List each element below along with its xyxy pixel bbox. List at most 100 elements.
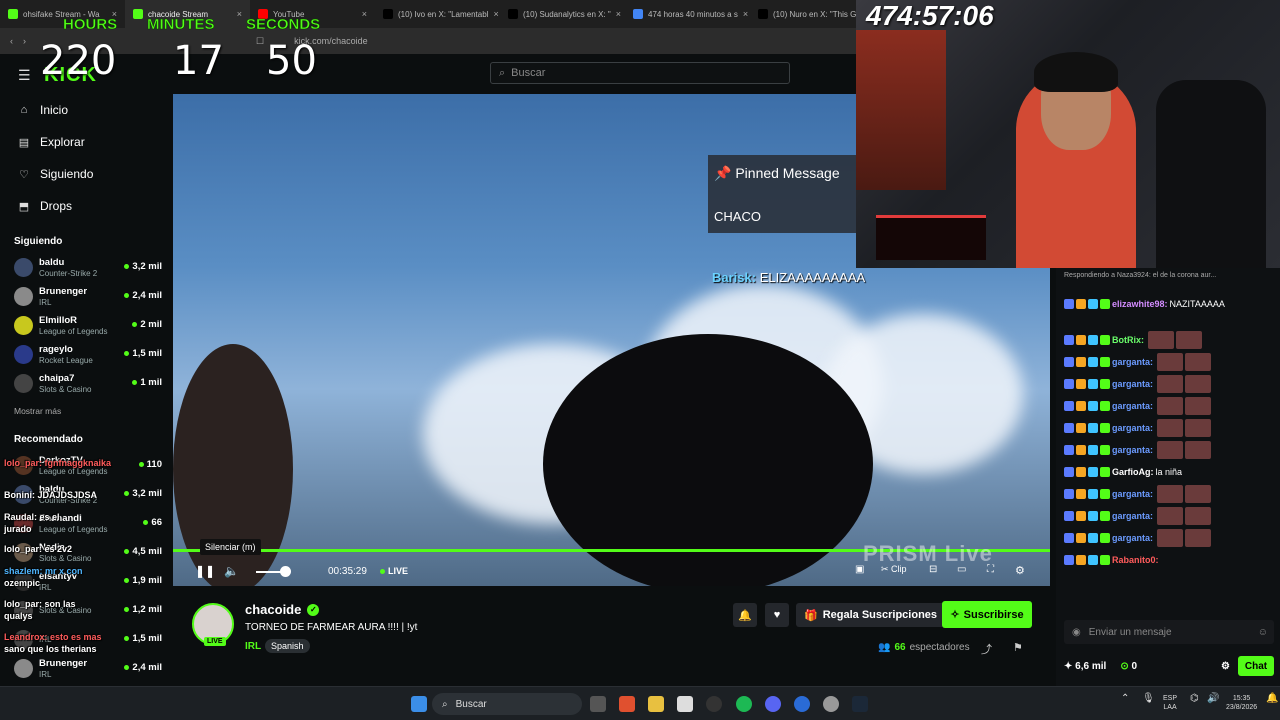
chat-message[interactable]: garganta: — [1056, 527, 1280, 549]
tab-close-icon[interactable]: × — [493, 9, 498, 19]
chat-settings-icon[interactable]: ⚙ — [1221, 661, 1230, 672]
stream-category[interactable]: IRL — [245, 641, 261, 652]
chat-message[interactable]: garganta: — [1056, 483, 1280, 505]
volume-icon[interactable]: 🔈 — [224, 564, 239, 578]
chat-badge-icon — [1076, 423, 1086, 433]
capcut-icon[interactable] — [677, 696, 693, 712]
notifications-icon[interactable]: 🔔 — [1266, 694, 1278, 704]
spotify-icon[interactable] — [736, 696, 752, 712]
report-icon[interactable]: ⚑ — [1013, 641, 1023, 654]
chat-message[interactable]: GarfioAg: la niña — [1056, 461, 1280, 483]
chat-message[interactable]: Rabanito0: — [1056, 549, 1280, 571]
subscribe-button[interactable]: ✧ Suscribirse — [942, 601, 1032, 628]
show-more-link[interactable]: Mostrar más — [0, 406, 172, 416]
overlay-chat-message: Barisk: ELIZAAAAAAAAA — [712, 270, 865, 285]
chat-username[interactable]: garganta: — [1112, 423, 1153, 433]
chat-message[interactable]: garganta: — [1056, 373, 1280, 395]
chat-message-input[interactable]: ◉ Enviar un mensaje ☺ — [1064, 620, 1274, 644]
chat-emote — [1157, 529, 1184, 547]
chat-username[interactable]: garganta: — [1112, 379, 1153, 389]
chat-message[interactable]: elizawhite98: NAZITAAAAA — [1056, 279, 1280, 329]
follow-heart-button[interactable]: ♥ — [765, 603, 789, 627]
chat-username[interactable]: garganta: — [1112, 533, 1153, 543]
chat-username[interactable]: Rabanito0: — [1112, 555, 1159, 565]
sidebar-channel[interactable]: Brunenger IRL 2,4 mil — [0, 654, 172, 683]
home-icon: ⌂ — [20, 104, 28, 116]
chat-emote — [1185, 529, 1212, 547]
kicks-icon: ⊙ — [1120, 660, 1129, 672]
windows-start-icon[interactable] — [411, 696, 427, 712]
task-view-icon[interactable] — [590, 696, 606, 712]
volume-slider-knob[interactable] — [280, 566, 291, 577]
brave-browser-icon[interactable] — [619, 696, 635, 712]
chat-message[interactable]: garganta: — [1056, 439, 1280, 461]
channel-viewers: 1,9 mil — [124, 575, 162, 586]
speaker-icon[interactable]: 🔊 — [1207, 694, 1219, 704]
browser-tab[interactable]: (10) Ivo en X: "Lamentabl × — [375, 0, 500, 28]
channel-info: Brunenger IRL — [39, 658, 87, 680]
channel-name[interactable]: chacoide — [245, 602, 301, 617]
chat-username[interactable]: GarfioAg: — [1112, 467, 1154, 477]
sidebar-channel[interactable]: chaipa7 Slots & Casino 1 mil — [0, 369, 172, 398]
pause-icon[interactable]: ❚❚ — [195, 564, 215, 578]
tab-close-icon[interactable]: × — [743, 9, 748, 19]
sidebar-channel[interactable]: baldu Counter-Strike 2 3,2 mil — [0, 253, 172, 282]
overlay-chat-line: lolo_par: es 2v2 — [4, 544, 73, 554]
chat-message[interactable]: garganta: — [1056, 395, 1280, 417]
share-icon[interactable]: ⤴ — [981, 641, 992, 657]
steam-icon[interactable] — [852, 696, 868, 712]
sidebar-channel[interactable]: ElmilloR League of Legends 2 mil — [0, 311, 172, 340]
stream-language-tag[interactable]: Spanish — [265, 639, 310, 653]
recommended-title: Recomendado — [14, 434, 83, 445]
tab-close-icon[interactable]: × — [362, 9, 367, 19]
discord-icon[interactable] — [765, 696, 781, 712]
clock-date: 23/8/2026 — [1226, 704, 1258, 711]
browser-tab[interactable]: (10) Sudanalytics en X: " × — [500, 0, 625, 28]
chat-message[interactable]: garganta: — [1056, 417, 1280, 439]
nav-item-siguiendo[interactable]: ♡ Siguiendo — [0, 158, 172, 190]
fullscreen-icon[interactable]: ⛶ — [987, 564, 994, 575]
skull-app-icon[interactable] — [823, 696, 839, 712]
chat-username[interactable]: garganta: — [1112, 357, 1153, 367]
kicks-count[interactable]: 0 — [1131, 661, 1137, 672]
nav-item-explorar[interactable]: ▤ Explorar — [0, 126, 172, 158]
subtitles-icon[interactable]: ▭ — [957, 564, 966, 575]
microphone-icon[interactable]: 🎙 — [1142, 694, 1155, 704]
tab-close-icon[interactable]: × — [616, 9, 621, 19]
gift-subs-button[interactable]: 🎁 Regala Suscripciones — [796, 603, 946, 627]
chat-rules-icon[interactable]: ◉ — [1072, 627, 1081, 638]
search-input[interactable]: ⌕ Buscar — [490, 62, 790, 84]
chat-username[interactable]: garganta: — [1112, 511, 1153, 521]
tray-chevron-icon[interactable]: ⌃ — [1121, 694, 1129, 704]
clock[interactable]: 15:35 23/8/2026 — [1226, 694, 1257, 712]
chat-message[interactable]: garganta: — [1056, 505, 1280, 527]
notifications-bell-button[interactable]: 🔔 — [733, 603, 757, 627]
settings-gear-icon[interactable]: ⚙ — [1015, 564, 1025, 577]
chat-username[interactable]: garganta: — [1112, 489, 1153, 499]
chat-username[interactable]: elizawhite98: — [1112, 299, 1168, 309]
nav-item-drops[interactable]: ⬒ Drops — [0, 190, 172, 222]
network-icon[interactable]: ⌬ — [1190, 694, 1199, 704]
channel-points[interactable]: 6,6 mil — [1075, 661, 1106, 672]
browse-icon: ▤ — [18, 136, 30, 149]
chat-username[interactable]: garganta: — [1112, 401, 1153, 411]
emote-picker-icon[interactable]: ☺ — [1258, 627, 1268, 638]
file-explorer-icon[interactable] — [648, 696, 664, 712]
edge-icon[interactable] — [794, 696, 810, 712]
chat-username[interactable]: garganta: — [1112, 445, 1153, 455]
chat-message[interactable]: garganta: — [1056, 351, 1280, 373]
language-indicator[interactable]: ESP LAA — [1163, 694, 1177, 712]
pip-icon[interactable]: ⊟ — [929, 564, 937, 575]
taskbar-search[interactable]: ⌕ Buscar — [432, 693, 582, 715]
sidebar-channel[interactable]: rageylo Rocket League 1,5 mil — [0, 340, 172, 369]
theater-mode-icon[interactable]: ▣ — [855, 564, 864, 575]
chat-badge-icon — [1076, 489, 1086, 499]
sidebar-channel[interactable]: Brunenger IRL 2,4 mil — [0, 282, 172, 311]
chat-send-button[interactable]: Chat — [1238, 656, 1274, 676]
nav-item-inicio[interactable]: ⌂ Inicio — [0, 94, 172, 126]
clip-button[interactable]: ✂ Clip — [881, 564, 907, 575]
browser-tab[interactable]: 474 horas 40 minutos a s × — [625, 0, 750, 28]
chat-message[interactable]: BotRix: — [1056, 329, 1280, 351]
chat-username[interactable]: BotRix: — [1112, 335, 1144, 345]
obs-icon[interactable] — [706, 696, 722, 712]
